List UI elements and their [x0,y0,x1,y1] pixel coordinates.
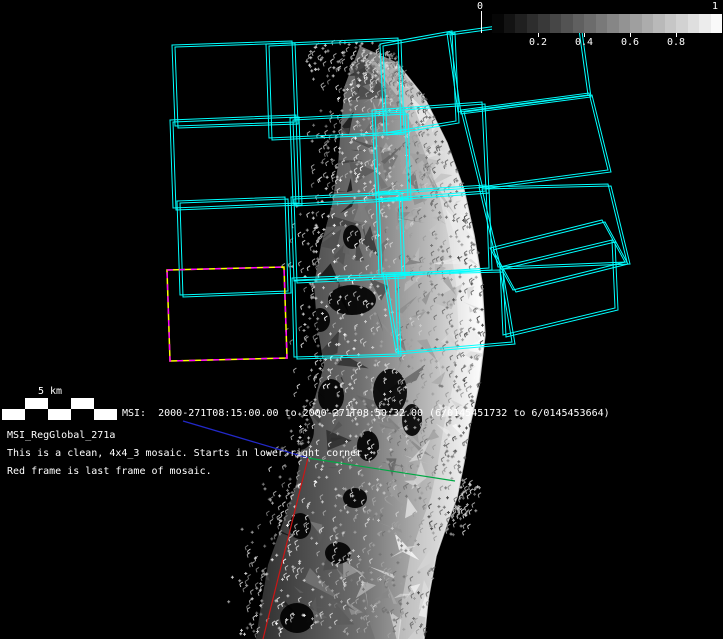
last-frame-dash-yellow [167,267,287,361]
colorbar-step [550,14,562,33]
mosaic-frame [177,197,288,295]
mosaic-frame [173,117,302,210]
colorbar-tick-label: 0.8 [659,37,693,48]
colorbar-tick-label: 0.2 [521,37,555,48]
colorbar-step [527,14,539,33]
mosaic-frame [461,93,608,187]
mosaic-planner-window: 0 1 0.20.40.60.8 5 km MSI: 2000-271T08:1… [0,0,723,639]
colorbar [492,14,722,33]
mosaic-frame [490,220,625,290]
asteroid-shape-model [227,40,490,639]
colorbar-max-label: 1 [712,0,718,13]
colorbar-step [619,14,631,33]
colorbar-step [688,14,700,33]
colorbar-step [676,14,688,33]
colorbar-step [711,14,723,33]
scale-bar-cell [71,409,94,420]
scale-bar-cell [2,409,25,420]
scale-bar-cell [25,398,48,409]
colorbar-step [504,14,516,33]
mosaic-frame [500,240,615,335]
scale-bar-cell [94,398,117,409]
last-frame-dash-magenta [167,267,287,361]
scale-bar-cell [94,409,117,420]
colorbar-step [538,14,550,33]
mosaic-frame [503,242,618,337]
caption-description: This is a clean, 4x4_3 mosaic. Starts in… [7,447,368,460]
colorbar-step [653,14,665,33]
mosaic-frame [170,115,299,208]
colorbar-tick-label: 0.4 [567,37,601,48]
mosaic-frame [180,199,291,297]
colorbar-step [515,14,527,33]
caption-sequence-name: MSI_RegGlobal_271a [7,429,115,442]
colorbar-step [561,14,573,33]
colorbar-step [584,14,596,33]
scale-bar [2,398,117,420]
mosaic-frame [172,41,295,126]
colorbar-step [630,14,642,33]
colorbar-step [573,14,585,33]
colorbar-step [596,14,608,33]
mosaic-frame [464,95,611,189]
render-viewport[interactable] [0,0,723,639]
colorbar-step [492,14,504,33]
scale-bar-label: 5 km [38,385,62,398]
colorbar-step [699,14,711,33]
colorbar-step [665,14,677,33]
scale-bar-cell [25,409,48,420]
scale-bar-cell [48,409,71,420]
status-line: MSI: 2000-271T08:15:00.00 to 2000-271T08… [122,407,610,420]
caption-red-frame-note: Red frame is last frame of mosaic. [7,465,212,478]
mosaic-frame [493,222,628,292]
scale-bar-cell [71,398,94,409]
colorbar-step [607,14,619,33]
scale-bar-cell [48,398,71,409]
scale-bar-cell [2,398,25,409]
colorbar-tick-label: 0.6 [613,37,647,48]
last-frame-outline [167,267,287,361]
colorbar-step [642,14,654,33]
colorbar-zero-tick [481,11,482,33]
